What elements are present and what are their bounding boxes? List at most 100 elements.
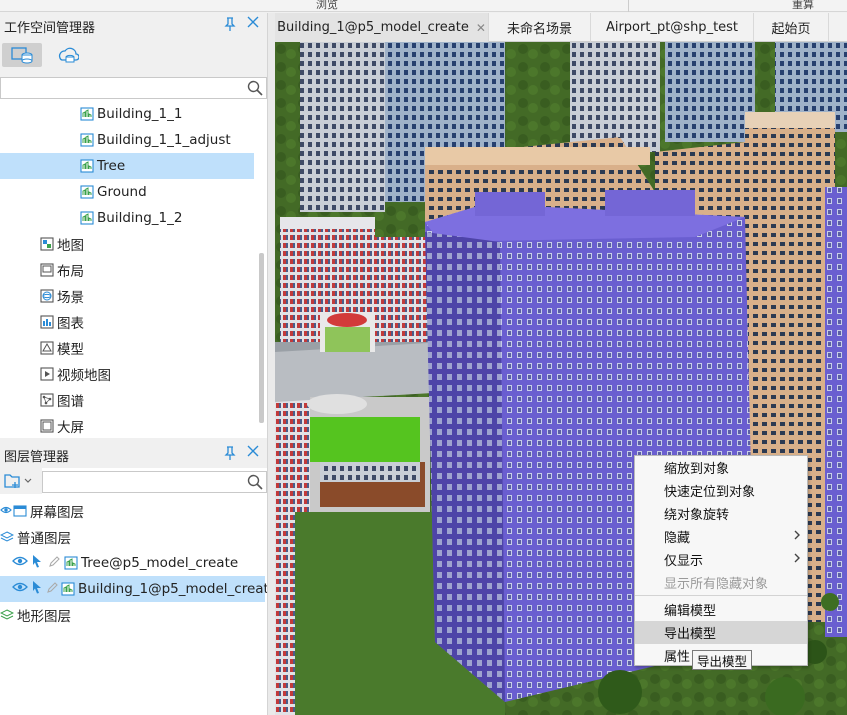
workspace-scrollbar[interactable] — [259, 253, 264, 423]
top-strip: 浏览 重算 — [0, 0, 847, 12]
workspace-tree-item[interactable]: 场景 — [40, 283, 84, 309]
layer-panel-header: 图层管理器 — [0, 442, 267, 468]
workspace-tree-item[interactable]: Building_1_2 — [80, 205, 182, 231]
model-folder-icon — [40, 341, 54, 355]
close-icon[interactable] — [247, 445, 259, 461]
workspace-panel-header: 工作空间管理器 — [0, 13, 267, 39]
context-menu-item[interactable]: 导出模型 — [635, 621, 807, 644]
layer-tree: 屏幕图层普通图层 Tree@p5_model_create Building_1@p… — [0, 498, 267, 715]
tab-airport[interactable]: Airport_pt@shp_test — [591, 13, 754, 42]
workspace-manager-panel: 工作空间管理器 Building_1_1 Building_1_1_adjust T… — [0, 13, 267, 438]
workspace-tree-item[interactable]: Tree — [0, 153, 254, 179]
menu-item-label: 导出模型 — [664, 627, 717, 642]
model-dataset-icon — [80, 159, 94, 173]
chart-folder-icon — [40, 315, 54, 329]
model-dataset-icon — [80, 133, 94, 147]
tab-label: Airport_pt@shp_test — [605, 20, 739, 35]
tree-item-label: 普通图层 — [17, 531, 71, 547]
workspace-tree-item[interactable]: 布局 — [40, 257, 84, 283]
visible-eye-icon[interactable] — [0, 503, 12, 519]
tree-item-label: 图谱 — [57, 394, 84, 410]
menu-item-label: 属性 — [664, 650, 691, 665]
context-menu-item[interactable]: 编辑模型 — [635, 598, 807, 621]
workspace-tree-item[interactable]: 图谱 — [40, 387, 84, 413]
map-folder-icon — [40, 237, 54, 251]
layer-tree-item[interactable]: 地形图层 — [0, 602, 71, 628]
document-tab-bar: Building_1@p5_model_create ✕ 未命名场景 Airpo… — [275, 13, 847, 42]
menu-item-label: 仅显示 — [664, 554, 704, 569]
model-layer-icon — [61, 582, 75, 596]
layer-manager-panel: 图层管理器 屏幕图层普通图层 Tree@p5_model_create Buildi… — [0, 442, 267, 715]
layer-add-dropdown[interactable] — [0, 468, 42, 494]
context-menu-item: 显示所有隐藏对象 — [635, 571, 807, 594]
tab-label: 未命名场景 — [506, 22, 572, 37]
layer-tree-item[interactable]: Tree@p5_model_create — [12, 550, 238, 576]
context-menu-item[interactable]: 快速定位到对象 — [635, 479, 807, 502]
model-dataset-icon — [80, 211, 94, 225]
workspace-tree-item[interactable]: 大屏 — [40, 413, 84, 438]
model-dataset-icon — [80, 185, 94, 199]
menu-item-label: 隐藏 — [664, 531, 691, 546]
tab-building-scene[interactable]: Building_1@p5_model_create ✕ — [275, 13, 489, 42]
tree-item-label: Building_1_2 — [97, 210, 183, 226]
tab-untitled-scene[interactable]: 未命名场景 — [489, 13, 591, 42]
tree-item-label: 布局 — [57, 264, 84, 280]
panel-splitter[interactable] — [267, 13, 275, 715]
tree-item-label: 地形图层 — [17, 609, 71, 625]
workspace-tree: Building_1_1 Building_1_1_adjust Tree Groun… — [0, 101, 262, 438]
visible-eye-icon[interactable] — [12, 581, 28, 597]
context-menu-item[interactable]: 绕对象旋转 — [635, 502, 807, 525]
chevron-right-icon — [793, 552, 801, 567]
context-menu-item[interactable]: 缩放到对象 — [635, 456, 807, 479]
layer-tree-item[interactable]: Building_1@p5_model_create — [0, 576, 267, 602]
workspace-search-input[interactable] — [0, 77, 267, 99]
workspace-tree-item[interactable]: Building_1_1_adjust — [80, 127, 231, 153]
workspace-tree-item[interactable]: Building_1_1 — [80, 101, 182, 127]
terrain-layer-icon — [0, 608, 15, 622]
tree-item-label: Building_1_1 — [97, 106, 183, 122]
workspace-tree-item[interactable]: 模型 — [40, 335, 84, 361]
selectable-cursor-icon[interactable] — [31, 554, 45, 572]
pin-icon[interactable] — [224, 17, 236, 35]
close-icon[interactable] — [247, 16, 259, 32]
model-dataset-icon — [80, 107, 94, 121]
tree-item-label: 地图 — [57, 238, 84, 254]
tree-item-label: 视频地图 — [57, 368, 111, 384]
layer-search-input[interactable] — [42, 471, 267, 493]
layer-tree-item[interactable]: 屏幕图层 — [0, 498, 84, 524]
layer-tree-item[interactable]: 普通图层 — [0, 524, 71, 550]
workspace-tree-item[interactable]: Ground — [80, 179, 147, 205]
strip-divider — [628, 0, 629, 12]
tab-label: 起始页 — [771, 22, 811, 37]
tree-item-label: Tree — [97, 158, 126, 174]
workspace-tree-item[interactable]: 视频地图 — [40, 361, 111, 387]
scene-folder-icon — [40, 289, 54, 303]
visible-eye-icon[interactable] — [12, 555, 28, 571]
context-menu-item[interactable]: 隐藏 — [635, 525, 807, 548]
model-layer-icon — [64, 556, 78, 570]
workspace-tree-item[interactable]: 地图 — [40, 231, 84, 257]
pin-icon[interactable] — [224, 446, 236, 464]
context-menu-item[interactable]: 仅显示 — [635, 548, 807, 571]
add-layer-icon — [4, 474, 32, 488]
search-icon[interactable] — [247, 474, 263, 494]
tree-item-label: 模型 — [57, 342, 84, 358]
context-menu: 缩放到对象快速定位到对象 绕对象旋转隐藏仅显示显示所有隐藏对象 编辑模型导出模型属性 — [634, 455, 808, 666]
chevron-right-icon — [793, 529, 801, 544]
menu-separator — [635, 595, 807, 596]
workspace-tree-item[interactable]: 图表 — [40, 309, 84, 335]
search-icon[interactable] — [247, 80, 263, 100]
layer-panel-title: 图层管理器 — [4, 449, 70, 465]
screen-folder-icon — [40, 419, 54, 433]
selectable-cursor-icon[interactable] — [31, 580, 43, 598]
recalc-label: 重算 — [792, 0, 814, 11]
tab-start-page[interactable]: 起始页 — [754, 13, 829, 42]
tree-item-label: 场景 — [57, 290, 84, 306]
menu-item-label: 缩放到对象 — [664, 462, 730, 477]
workspace-tab-button[interactable] — [2, 43, 42, 67]
tooltip: 导出模型 — [692, 650, 752, 670]
close-tab-icon[interactable]: ✕ — [476, 21, 486, 35]
editable-pencil-icon[interactable] — [46, 581, 59, 598]
editable-pencil-icon[interactable] — [48, 555, 62, 572]
database-tab-button[interactable] — [48, 43, 88, 67]
